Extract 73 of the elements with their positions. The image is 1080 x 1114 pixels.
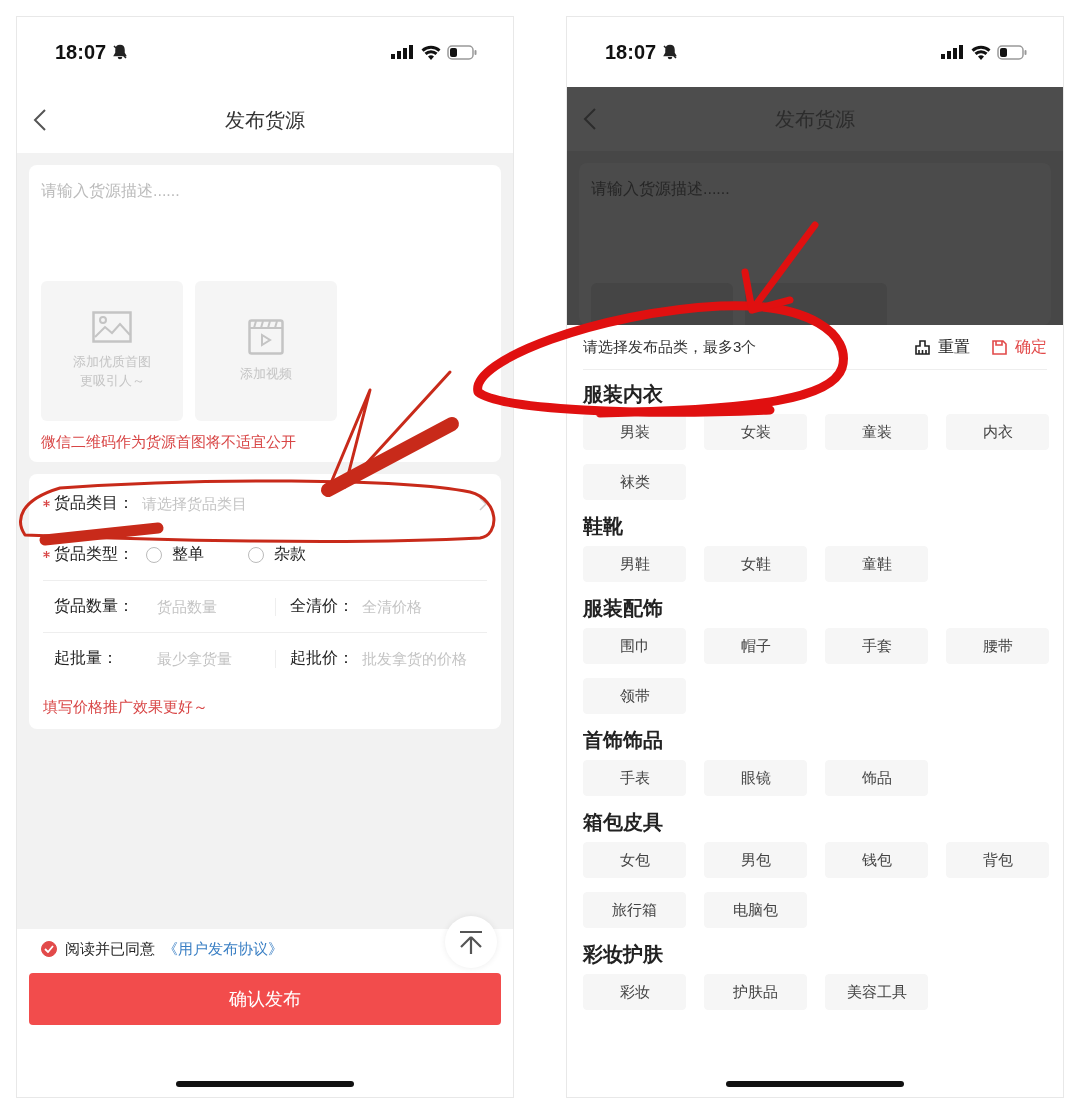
wifi-icon xyxy=(421,44,441,60)
notice-text: 微信二维码作为货源首图将不适宜公开 xyxy=(41,433,297,452)
category-chip[interactable]: 帽子 xyxy=(704,628,807,664)
submit-button[interactable]: 确认发布 xyxy=(29,973,501,1025)
video-icon xyxy=(248,318,284,355)
category-chip[interactable]: 围巾 xyxy=(583,628,686,664)
agreement-text: 阅读并已同意 xyxy=(65,939,155,959)
back-icon[interactable] xyxy=(33,108,47,132)
required-icon xyxy=(43,551,50,558)
field-label: 全清价： xyxy=(290,596,354,616)
battery-icon xyxy=(997,44,1027,60)
category-chip[interactable]: 内衣 xyxy=(946,414,1049,450)
category-chip[interactable]: 钱包 xyxy=(825,842,928,878)
reset-button[interactable]: 重置 xyxy=(915,336,970,358)
signal-icon xyxy=(941,45,965,59)
broom-icon xyxy=(915,339,930,355)
field-label: 货品数量： xyxy=(53,596,135,616)
field-label: 起批价： xyxy=(290,648,354,668)
field-label: 货品类目： xyxy=(54,493,134,513)
arrow-up-icon xyxy=(458,929,484,955)
category-chip[interactable]: 童鞋 xyxy=(825,546,928,582)
check-icon xyxy=(44,945,54,953)
category-chip[interactable]: 旅行箱 xyxy=(583,892,686,928)
category-chip[interactable]: 袜类 xyxy=(583,464,686,500)
category-chip[interactable]: 手套 xyxy=(825,628,928,664)
category-chip[interactable]: 手表 xyxy=(583,760,686,796)
required-icon xyxy=(43,500,50,507)
category-chip[interactable]: 女鞋 xyxy=(704,546,807,582)
hint-text: 填写价格推广效果更好～ xyxy=(43,698,209,717)
status-time: 18:07 xyxy=(605,40,657,64)
section-title: 服装配饰 xyxy=(583,596,664,621)
save-icon xyxy=(992,339,1007,355)
signal-icon xyxy=(391,45,415,59)
input-field[interactable]: 全清价格 xyxy=(360,597,487,616)
chevron-right-icon xyxy=(479,496,487,511)
back-icon xyxy=(583,107,597,131)
section-title: 首饰饰品 xyxy=(583,728,664,753)
status-time: 18:07 xyxy=(55,40,107,64)
section-title: 箱包皮具 xyxy=(583,810,664,835)
field-label: 起批量： xyxy=(53,648,119,668)
category-chip[interactable]: 饰品 xyxy=(825,760,928,796)
section-title: 服装内衣 xyxy=(583,382,664,407)
category-chip[interactable]: 童装 xyxy=(825,414,928,450)
category-chip[interactable]: 护肤品 xyxy=(704,974,807,1010)
category-chip[interactable]: 彩妆 xyxy=(583,974,686,1010)
section-title: 彩妆护肤 xyxy=(583,942,664,967)
category-chip[interactable]: 男包 xyxy=(704,842,807,878)
category-chip[interactable]: 男装 xyxy=(583,414,686,450)
radio-option[interactable]: 整单 xyxy=(146,544,204,565)
battery-icon xyxy=(447,44,477,60)
field-label: 货品类型： xyxy=(54,544,134,564)
bell-slash-icon xyxy=(112,44,129,60)
category-chip[interactable]: 美容工具 xyxy=(825,974,928,1010)
page-title: 发布货源 xyxy=(225,107,305,133)
category-chip[interactable]: 女包 xyxy=(583,842,686,878)
category-chip[interactable]: 女装 xyxy=(704,414,807,450)
image-icon xyxy=(92,311,132,344)
bell-slash-icon xyxy=(662,44,679,60)
category-chip[interactable]: 腰带 xyxy=(946,628,1049,664)
category-chip[interactable]: 眼镜 xyxy=(704,760,807,796)
agreement-link[interactable]: 《用户发布协议》 xyxy=(163,939,283,959)
sheet-prompt: 请选择发布品类，最多3个 xyxy=(583,337,758,357)
confirm-button[interactable]: 确定 xyxy=(992,336,1047,358)
wifi-icon xyxy=(971,44,991,60)
category-chip[interactable]: 背包 xyxy=(946,842,1049,878)
input-field[interactable]: 批发拿货的价格 xyxy=(360,649,487,668)
category-chip[interactable]: 领带 xyxy=(583,678,686,714)
category-field[interactable]: 请选择货品类目 xyxy=(140,494,473,513)
category-chip[interactable]: 男鞋 xyxy=(583,546,686,582)
category-chip[interactable]: 电脑包 xyxy=(704,892,807,928)
section-title: 鞋靴 xyxy=(583,514,624,539)
agree-checkbox[interactable] xyxy=(41,941,57,957)
radio-option[interactable]: 杂款 xyxy=(248,544,306,565)
